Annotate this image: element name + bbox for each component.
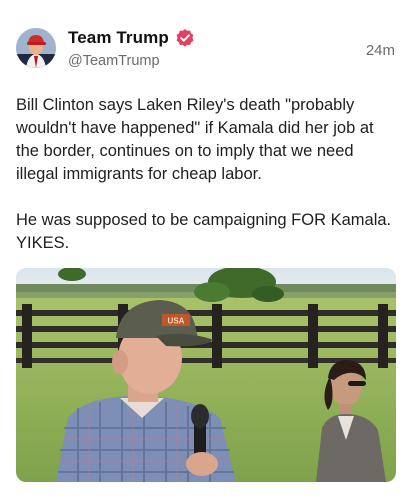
author-name-row: Team Trump: [68, 28, 195, 48]
post-media-video[interactable]: USA: [16, 268, 396, 482]
video-still-image: USA: [16, 268, 396, 482]
post-timestamp[interactable]: 24m: [366, 42, 395, 59]
profile-avatar-icon: [16, 28, 56, 68]
author-handle[interactable]: @TeamTrump: [68, 53, 160, 69]
post-card: Team Trump @TeamTrump 24m Bill Clinton s…: [0, 0, 411, 500]
post-body: Bill Clinton says Laken Riley's death "p…: [16, 94, 396, 255]
cap-patch-text: USA: [168, 317, 185, 326]
author-display-name[interactable]: Team Trump: [68, 28, 169, 48]
verified-badge-icon: [175, 28, 195, 48]
author-avatar[interactable]: [16, 28, 56, 68]
post-paragraph: He was supposed to be campaigning FOR Ka…: [16, 211, 392, 252]
post-paragraph: Bill Clinton says Laken Riley's death "p…: [16, 96, 374, 183]
